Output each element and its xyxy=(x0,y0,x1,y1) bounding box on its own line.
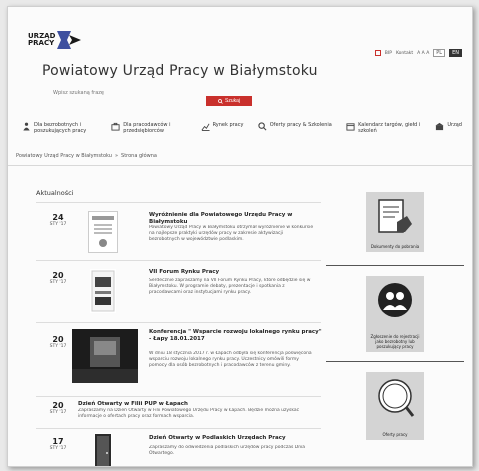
conference-photo xyxy=(72,337,138,383)
bip-icon[interactable] xyxy=(374,50,381,56)
news-day: 17 xyxy=(52,437,64,446)
chart-icon xyxy=(201,123,210,131)
door-image xyxy=(95,434,111,466)
news-text: Zapraszamy na Dzień Otwarty w Filii Powi… xyxy=(78,408,300,419)
divider xyxy=(8,165,472,166)
document-hand-icon xyxy=(378,199,412,233)
news-day: 20 xyxy=(52,401,64,410)
people-icon xyxy=(378,283,412,317)
news-day: 20 xyxy=(52,335,64,344)
header: URZĄD PRACY BIP Kontakt A A A PL EN Powi… xyxy=(8,7,472,106)
news-title[interactable]: VII Forum Rynku Pracy xyxy=(149,269,324,276)
news-month: STY '17 xyxy=(49,280,67,285)
news-month: STY '17 xyxy=(49,222,67,227)
building-icon xyxy=(435,122,444,131)
calendar-icon xyxy=(346,123,355,131)
card-label: Dokumenty do pobrania xyxy=(370,244,420,249)
breadcrumb-home[interactable]: Powiatowy Urząd Pracy w Białymstoku xyxy=(16,153,112,159)
news-day: 24 xyxy=(52,213,64,222)
card-label: Zgłoszenie do rejestracji jako bezrobotn… xyxy=(370,334,420,349)
nav-label: Rynek pracy xyxy=(212,122,244,128)
card-box: Dokumenty do pobrania xyxy=(366,192,424,252)
search-button[interactable]: Szukaj xyxy=(206,96,252,106)
logo[interactable]: URZĄD PRACY xyxy=(28,29,85,51)
bip-link[interactable]: BIP xyxy=(385,51,392,56)
news-thumbnail[interactable] xyxy=(88,211,118,253)
nav-item-office[interactable]: Urząd xyxy=(435,122,462,134)
news-item[interactable]: 20 STY '17 Dzień Otwarty w Filii PUP w Ł… xyxy=(36,396,321,428)
news-date: 24 STY '17 xyxy=(48,213,68,227)
card-box: Zgłoszenie do rejestracji jako bezrobotn… xyxy=(366,276,424,352)
briefcase-icon xyxy=(111,122,120,131)
nav-label: Oferty pracy & Szkolenia xyxy=(269,122,332,128)
page-title: Powiatowy Urząd Pracy w Białymstoku xyxy=(42,63,318,79)
nav-item-employers[interactable]: Dla pracodawców i przedsiębiorców xyxy=(111,122,186,134)
news-text: Serdecznie zapraszamy na VII Forum Rynku… xyxy=(149,278,311,295)
sidebar: Dokumenty do pobrania Zgłoszenie do reje… xyxy=(326,182,464,446)
sidebar-card-registration[interactable]: Zgłoszenie do rejestracji jako bezrobotn… xyxy=(326,266,464,362)
news-month: STY '17 xyxy=(49,446,67,451)
nav-item-unemployed[interactable]: Dla bezrobotnych i poszukujących pracy xyxy=(22,122,97,134)
lang-pl-button[interactable]: PL xyxy=(433,49,446,57)
nav-item-calendar[interactable]: Kalendarz targów, giełd i szkoleń xyxy=(346,122,421,134)
lang-en-button[interactable]: EN xyxy=(449,49,462,57)
nav-label: Dla pracodawców i przedsiębiorców xyxy=(123,122,171,134)
breadcrumb-separator: » xyxy=(114,153,119,159)
card-box: Oferty pracy xyxy=(366,372,424,440)
nav-label: Dla bezrobotnych i poszukujących pracy xyxy=(34,122,87,134)
news-list: 24 STY '17 Wyróżnienie dla Powiatowego U… xyxy=(36,202,324,466)
main-nav: Dla bezrobotnych i poszukujących pracy D… xyxy=(22,122,462,134)
search-input[interactable] xyxy=(53,88,203,98)
news-title[interactable]: Wyróżnienie dla Powiatowego Urzędu Pracy… xyxy=(149,212,324,225)
nav-item-labour-market[interactable]: Rynek pracy xyxy=(201,122,244,134)
page-sheet: URZĄD PRACY BIP Kontakt A A A PL EN Powi… xyxy=(7,6,473,467)
news-item[interactable]: 20 STY '17 VII Forum Rynku Pracy Serdecz… xyxy=(36,260,321,322)
news-text: Zapraszamy do odwiedzenia podlaskich urz… xyxy=(149,445,306,456)
news-item[interactable]: 17 STY '17 Dzień Otwarty w Podlaskich Ur… xyxy=(36,428,324,466)
top-links: BIP Kontakt A A A PL EN xyxy=(374,49,462,57)
logo-line2: PRACY xyxy=(28,39,55,47)
news-thumbnail[interactable] xyxy=(94,433,112,466)
news-thumbnail[interactable] xyxy=(90,269,116,313)
news-date: 20 STY '17 xyxy=(48,271,68,285)
job-offers-icon xyxy=(378,379,415,417)
news-item[interactable]: 20 STY '17 Konferencja " Wsparcie rozwoj… xyxy=(36,322,324,396)
news-text: Powiatowy Urząd Pracy w Białymstoku otrz… xyxy=(149,225,314,242)
card-label: Oferty pracy xyxy=(382,432,408,437)
news-item[interactable]: 24 STY '17 Wyróżnienie dla Powiatowego U… xyxy=(36,202,321,260)
breadcrumb: Powiatowy Urząd Pracy w Białymstoku » St… xyxy=(16,153,157,159)
news-day: 20 xyxy=(52,271,64,280)
certificate-image xyxy=(92,216,114,247)
news-title[interactable]: Dzień Otwarty w Filii PUP w Łapach xyxy=(78,401,298,408)
search-icon xyxy=(258,122,267,131)
nav-label: Urząd xyxy=(447,122,462,128)
news-title[interactable]: Konferencja " Wsparcie rozwoju lokalnego… xyxy=(149,329,324,342)
forum-poster-image xyxy=(91,270,115,312)
font-size-control[interactable]: A A A xyxy=(417,51,429,56)
breadcrumb-current: Strona główna xyxy=(121,153,157,159)
news-text: W dniu 18 stycznia 2017 r. w Łapach odby… xyxy=(149,351,312,368)
news-date: 20 STY '17 xyxy=(48,401,68,415)
contact-link[interactable]: Kontakt xyxy=(396,51,413,56)
news-date: 20 STY '17 xyxy=(48,335,68,349)
logo-mark-icon xyxy=(57,31,81,49)
logo-text: URZĄD PRACY xyxy=(28,33,55,47)
news-month: STY '17 xyxy=(49,344,67,349)
nav-item-offers[interactable]: Oferty pracy & Szkolenia xyxy=(258,122,332,134)
section-title: Aktualności xyxy=(36,189,74,197)
news-month: STY '17 xyxy=(49,410,67,415)
news-title[interactable]: Dzień Otwarty w Podlaskich Urzędach Prac… xyxy=(149,435,324,442)
sidebar-card-documents[interactable]: Dokumenty do pobrania xyxy=(326,182,464,266)
news-thumbnail[interactable] xyxy=(72,329,138,383)
news-date: 17 STY '17 xyxy=(48,437,68,451)
search-button-label: Szukaj xyxy=(224,98,240,104)
search-icon xyxy=(218,98,223,104)
sidebar-card-job-offers[interactable]: Oferty pracy xyxy=(326,362,464,446)
nav-label: Kalendarz targów, giełd i szkoleń xyxy=(358,122,421,134)
person-icon xyxy=(23,122,30,131)
